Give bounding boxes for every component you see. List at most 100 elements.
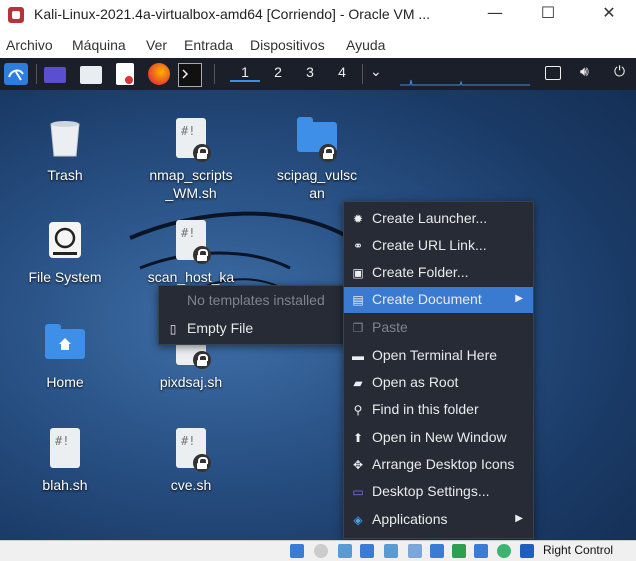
window-title: Kali-Linux-2021.4a-virtualbox-amd64 [Cor… [34, 6, 431, 22]
lock-icon [193, 454, 211, 472]
virtualbox-app-icon [8, 7, 24, 23]
label-line-2: an [309, 185, 325, 201]
close-icon[interactable]: ✕ [594, 3, 624, 22]
kali-menu-icon[interactable] [4, 63, 28, 85]
usb-icon[interactable] [384, 544, 398, 558]
hash-glyph: #! [181, 124, 196, 138]
menu-item-arrange-desktop-icons[interactable]: ✥ Arrange Desktop Icons [344, 452, 533, 478]
menu-item-open-as-root[interactable]: ▰ Open as Root [344, 370, 533, 396]
script-file-icon: #! [43, 426, 87, 470]
settings-icon: ▭ [352, 485, 364, 499]
file-icon: ▯ [169, 322, 177, 336]
document-shape: #! [50, 428, 80, 468]
menu-item-applications[interactable]: ◈ Applications ▶ [344, 507, 533, 533]
guest-desktop[interactable]: 1 2 3 4 ⌄ 🔊︎ ⏻ Trash #! nmap_scripts _WM… [0, 58, 636, 540]
menu-ayuda[interactable]: Ayuda [346, 37, 385, 53]
window-titlebar: Kali-Linux-2021.4a-virtualbox-amd64 [Cor… [0, 0, 636, 30]
power-icon[interactable]: ⏻ [614, 64, 625, 80]
audio-icon[interactable] [338, 544, 352, 558]
menu-item-label: Open in New Window [372, 429, 507, 445]
menu-item-label: Open Terminal Here [372, 347, 498, 363]
show-desktop-icon[interactable] [44, 67, 66, 83]
cpu-graph-icon [400, 79, 530, 86]
menu-item-find-in-folder[interactable]: ⚲ Find in this folder [344, 397, 533, 423]
menu-dispositivos[interactable]: Dispositivos [250, 37, 325, 53]
desktop-icon-label: scan_host_ka [147, 269, 235, 285]
paste-icon: ❐ [352, 321, 364, 335]
network-icon[interactable] [360, 544, 374, 558]
folder-icon [295, 116, 339, 162]
menu-item-paste: ❐ Paste [344, 315, 533, 341]
desktop-icon-label: cve.sh [170, 477, 212, 493]
workspace-4[interactable]: 4 [327, 64, 357, 80]
menu-item-open-new-window[interactable]: ⬆ Open in New Window [344, 425, 533, 451]
menu-item-label: Create Document [372, 291, 482, 307]
menu-item-label: Empty File [187, 320, 254, 336]
desktop-icon-cve[interactable]: #! cve.sh [136, 426, 246, 494]
recording-icon[interactable] [452, 544, 466, 558]
submenu-header-text: No templates installed [187, 292, 325, 308]
hash-glyph: #! [181, 226, 196, 240]
workspace-3[interactable]: 3 [295, 64, 325, 80]
desktop-icon-home[interactable]: Home [10, 323, 120, 391]
display-icon[interactable] [430, 544, 444, 558]
menu-item-desktop-settings[interactable]: ▭ Desktop Settings... [344, 479, 533, 505]
top-panel: 1 2 3 4 ⌄ 🔊︎ ⏻ [0, 58, 636, 90]
link-icon: ⚭ [352, 239, 364, 253]
drive-icon [43, 218, 87, 262]
label-line-1: nmap_scripts [149, 167, 233, 183]
keyboard-capture-icon[interactable] [520, 544, 534, 558]
menu-item-create-document[interactable]: ▤ Create Document ▶ [344, 287, 533, 313]
script-file-icon: #! [169, 426, 213, 472]
file-manager-icon[interactable] [80, 66, 102, 84]
panel-separator [36, 64, 37, 84]
desktop-icon-trash[interactable]: Trash [10, 116, 120, 184]
menu-maquina[interactable]: Máquina [72, 37, 126, 53]
menu-archivo[interactable]: Archivo [6, 37, 53, 53]
menu-item-create-url-link[interactable]: ⚭ Create URL Link... [344, 233, 533, 259]
desktop-icon-label: pixdsaj.sh [159, 374, 223, 390]
optical-drive-icon[interactable] [314, 544, 328, 558]
chevron-down-icon[interactable]: ⌄ [370, 64, 382, 80]
hard-disk-icon[interactable] [290, 544, 304, 558]
desktop-context-menu: ✹ Create Launcher... ⚭ Create URL Link..… [343, 201, 534, 539]
virtualization-icon[interactable] [497, 544, 511, 558]
maximize-icon[interactable]: ☐ [533, 3, 563, 22]
desktop-icon-file-system[interactable]: File System [10, 218, 120, 286]
workspace-1[interactable]: 1 [230, 64, 260, 82]
menu-item-label: Arrange Desktop Icons [372, 456, 515, 472]
cpu-icon[interactable] [474, 544, 488, 558]
terminal-icon[interactable] [178, 63, 202, 87]
minimize-icon[interactable]: — [480, 3, 510, 22]
desktop-icon-label: File System [28, 269, 102, 285]
desktop-icon-scan-host[interactable]: #! scan_host_ka [136, 218, 246, 286]
shared-folders-icon[interactable] [408, 544, 422, 558]
workspace-2[interactable]: 2 [263, 64, 293, 80]
lock-icon [319, 144, 337, 162]
desktop-icon-blah[interactable]: #! blah.sh [10, 426, 120, 494]
lock-icon [193, 246, 211, 264]
desktop-icon-nmap-scripts[interactable]: #! nmap_scripts _WM.sh [136, 116, 246, 202]
script-file-icon: #! [169, 116, 213, 162]
firefox-icon[interactable] [148, 63, 170, 85]
notification-icon[interactable] [545, 66, 561, 80]
hash-glyph: #! [181, 434, 196, 448]
menu-item-label: Paste [372, 319, 408, 335]
volume-icon[interactable]: 🔊︎ [580, 64, 589, 80]
text-editor-icon[interactable] [116, 63, 134, 85]
menu-item-label: Find in this folder [372, 401, 479, 417]
vm-statusbar: Right Control [0, 540, 636, 561]
menu-item-create-folder[interactable]: ▣ Create Folder... [344, 260, 533, 286]
menu-item-open-terminal-here[interactable]: ▬ Open Terminal Here [344, 343, 533, 369]
menu-item-empty-file[interactable]: ▯ Empty File [159, 316, 345, 342]
menu-item-label: Create Launcher... [372, 210, 488, 226]
new-document-icon: ▤ [352, 293, 364, 307]
desktop-icon-label: Home [46, 374, 84, 390]
menu-entrada[interactable]: Entrada [184, 37, 233, 53]
menu-item-create-launcher[interactable]: ✹ Create Launcher... [344, 206, 533, 232]
desktop-icon-scipag-vulscan[interactable]: scipag_vulsc an [262, 116, 372, 202]
lock-icon [193, 351, 211, 369]
terminal-icon: ▬ [352, 349, 364, 363]
script-file-icon: #! [169, 218, 213, 264]
menu-ver[interactable]: Ver [146, 37, 167, 53]
